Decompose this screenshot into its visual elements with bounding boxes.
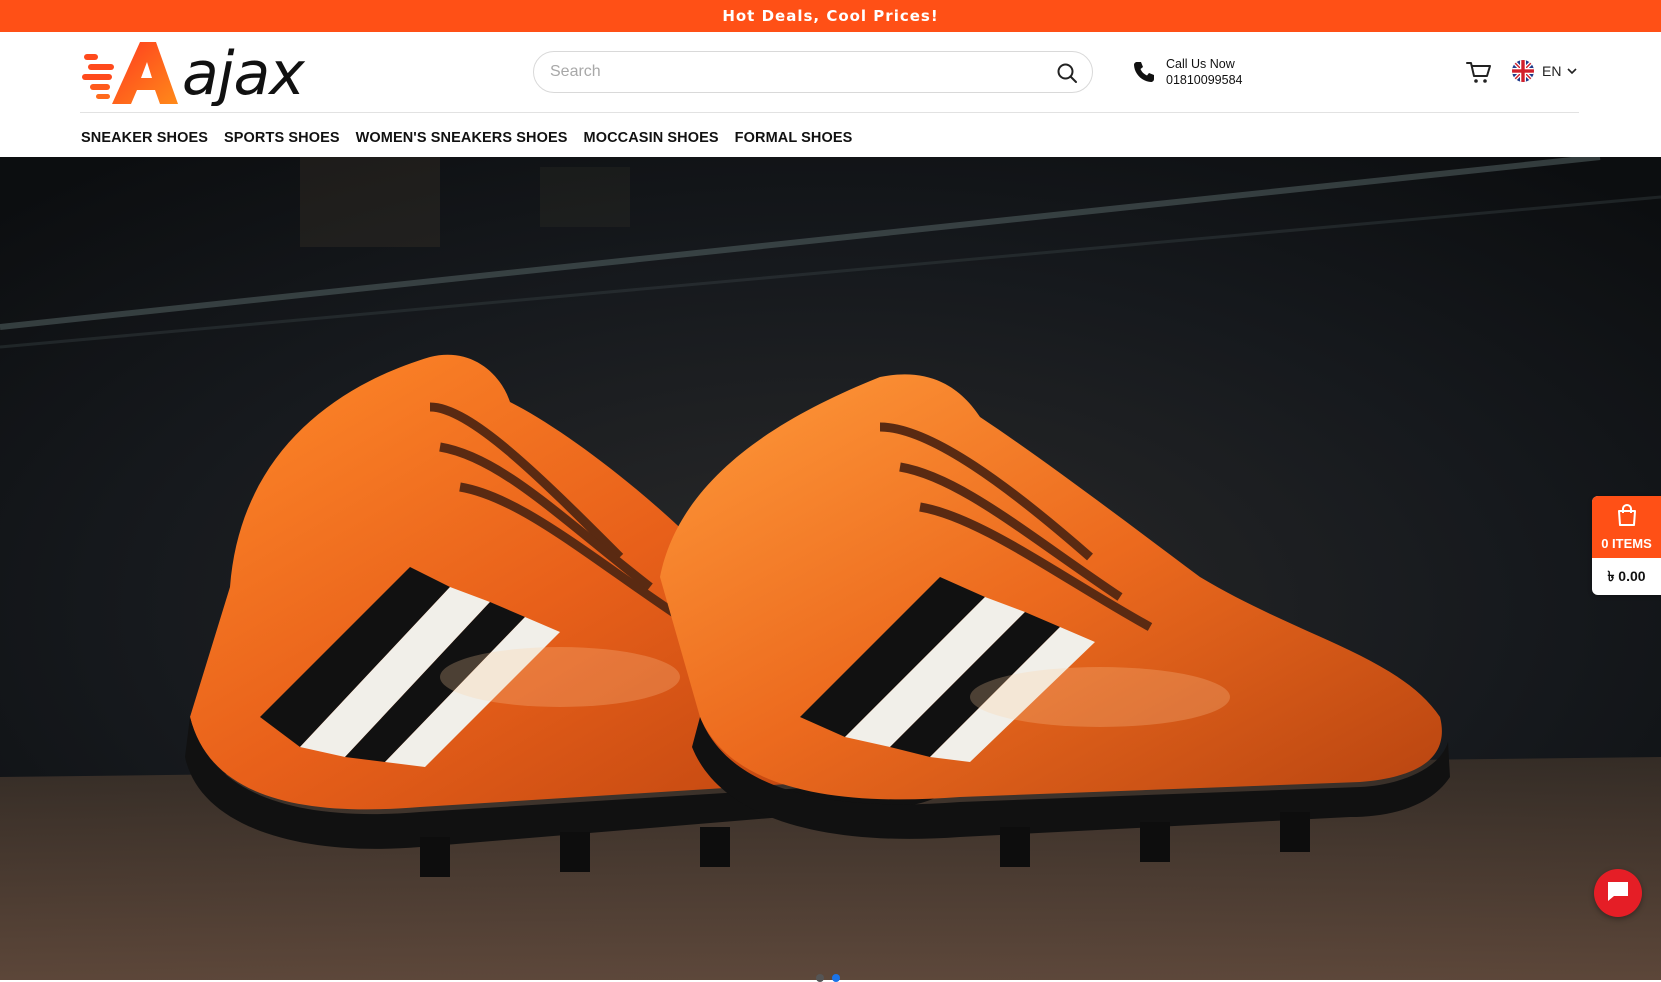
language-selector[interactable]: EN xyxy=(1512,60,1578,82)
cart-items-count: 0 ITEMS xyxy=(1601,536,1652,551)
uk-flag-icon xyxy=(1512,60,1534,82)
slider-dots xyxy=(816,974,848,982)
nav-item-moccasin-shoes[interactable]: MOCCASIN SHOES xyxy=(584,130,719,146)
ajax-logo-mark: ajax xyxy=(82,40,306,106)
slider-dot-2[interactable] xyxy=(832,974,840,982)
floating-cart[interactable]: 0 ITEMS ৳ 0.00 xyxy=(1592,496,1661,595)
call-label: Call Us Now xyxy=(1166,57,1235,71)
nav-item-womens-sneakers-shoes[interactable]: WOMEN'S SNEAKERS SHOES xyxy=(356,130,568,146)
site-header: ajax Call Us Now 01810099584 xyxy=(0,32,1661,112)
search-input[interactable] xyxy=(550,52,1030,92)
nav-item-formal-shoes[interactable]: FORMAL SHOES xyxy=(735,130,853,146)
announcement-text: Hot Deals, Cool Prices! xyxy=(722,7,939,25)
chat-button[interactable] xyxy=(1594,869,1642,917)
main-nav: SNEAKER SHOES SPORTS SHOES WOMEN'S SNEAK… xyxy=(81,118,868,158)
call-number[interactable]: 01810099584 xyxy=(1166,72,1242,88)
cart-icon[interactable] xyxy=(1465,58,1493,86)
search-icon[interactable] xyxy=(1056,62,1078,84)
call-us-block[interactable]: Call Us Now 01810099584 xyxy=(1132,54,1242,90)
shopping-bag-icon xyxy=(1615,503,1639,532)
slider-dot-1[interactable] xyxy=(816,974,824,982)
language-code: EN xyxy=(1542,63,1562,79)
announcement-bar: Hot Deals, Cool Prices! xyxy=(0,0,1661,32)
nav-item-sneaker-shoes[interactable]: SNEAKER SHOES xyxy=(81,130,208,146)
chat-icon xyxy=(1606,880,1630,907)
chevron-down-icon xyxy=(1567,62,1578,80)
hero-image xyxy=(0,157,1661,980)
cart-total: ৳ 0.00 xyxy=(1607,567,1646,584)
search-bar xyxy=(533,51,1093,93)
phone-icon xyxy=(1132,60,1156,84)
logo-text: ajax xyxy=(182,40,305,106)
logo[interactable]: ajax xyxy=(82,40,332,106)
hero-banner[interactable] xyxy=(0,157,1661,980)
nav-item-sports-shoes[interactable]: SPORTS SHOES xyxy=(224,130,340,146)
header-divider xyxy=(80,112,1579,113)
